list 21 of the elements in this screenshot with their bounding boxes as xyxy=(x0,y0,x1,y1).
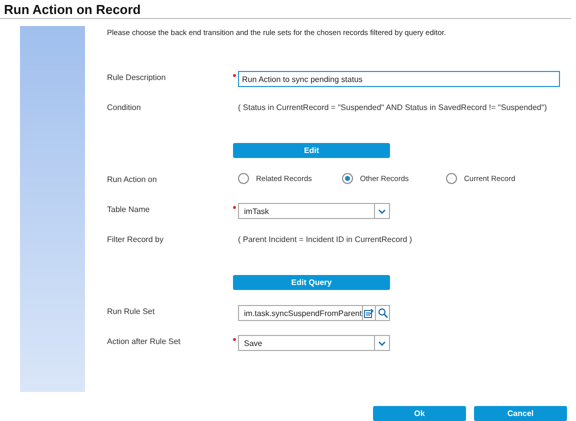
radio-icon[interactable] xyxy=(342,173,353,184)
field-value: ( Parent Incident = Incident ID in CurrentRecord ) xyxy=(238,234,412,244)
field-label: Filter Record by xyxy=(107,234,164,244)
field-label: Condition xyxy=(107,102,142,112)
field-label: Rule Description xyxy=(107,72,167,82)
chevron-down-icon xyxy=(378,340,386,346)
lookup-field[interactable]: im.task.syncSuspendFromParent xyxy=(238,305,390,321)
field-label: Run Action on xyxy=(107,174,158,184)
field-label: Action after Rule Set xyxy=(107,336,182,346)
field-label: Run Rule Set xyxy=(107,306,156,316)
radio-icon[interactable] xyxy=(238,173,249,184)
field-value: ( Status in CurrentRecord = "Suspended" AND Status in SavedRecord != "Suspended") xyxy=(238,102,547,112)
dropdown-field[interactable]: imTask xyxy=(238,203,390,219)
document-edit-icon[interactable] xyxy=(364,308,374,318)
field-label: Table Name xyxy=(107,204,151,214)
chevron-down-icon xyxy=(378,208,386,214)
dialog-title: Run Action on Record xyxy=(0,0,571,19)
text-field[interactable]: Run Action to sync pending status xyxy=(238,71,560,87)
dropdown-field[interactable]: Save xyxy=(238,335,390,351)
search-icon[interactable] xyxy=(378,308,388,318)
radio-icon[interactable] xyxy=(446,173,457,184)
